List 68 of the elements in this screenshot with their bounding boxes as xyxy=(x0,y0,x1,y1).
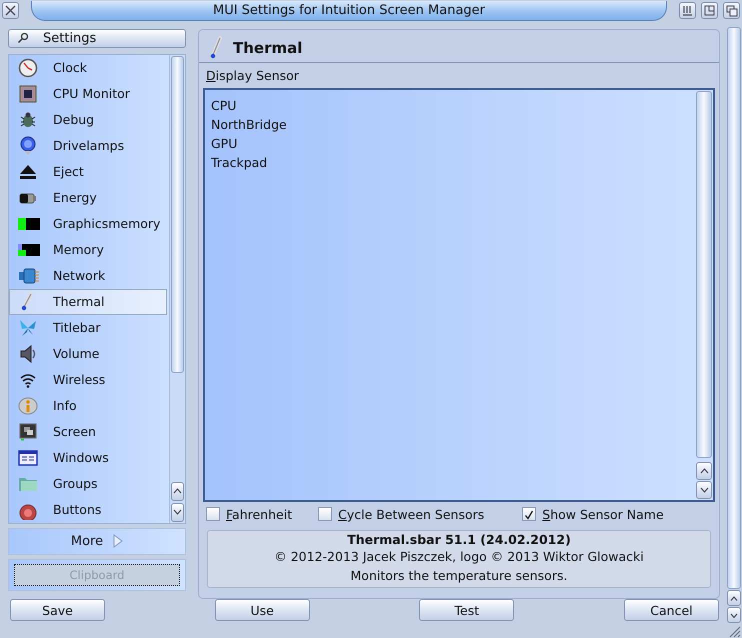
scroll-up-button[interactable] xyxy=(696,462,712,480)
info-icon xyxy=(18,396,40,416)
sidebar-item[interactable]: Thermal xyxy=(9,288,167,315)
settings-button[interactable]: Settings xyxy=(8,29,186,48)
sidebar-item[interactable]: Wireless xyxy=(9,366,167,393)
zoom-button[interactable] xyxy=(701,2,718,19)
sidebar-item[interactable]: Windows xyxy=(9,444,167,471)
scroll-down-button[interactable] xyxy=(171,502,184,522)
thermometer-icon xyxy=(209,36,223,60)
sidebar-item[interactable]: Volume xyxy=(9,340,167,367)
sensor-item[interactable]: Trackpad xyxy=(211,153,689,172)
scrollbar[interactable] xyxy=(695,90,713,500)
sensor-item[interactable]: NorthBridge xyxy=(211,115,689,134)
sidebar-item[interactable]: Titlebar xyxy=(9,314,167,341)
connector-icon xyxy=(18,266,40,286)
option-checkbox[interactable]: Fahrenheit xyxy=(206,506,292,522)
sidebar-item[interactable]: Groups xyxy=(9,470,167,497)
iconify-button[interactable] xyxy=(679,2,696,19)
resize-grip-icon[interactable] xyxy=(727,624,741,638)
list-label: Display Sensor xyxy=(206,68,300,83)
more-button[interactable]: More xyxy=(8,528,186,555)
option-checkbox[interactable]: Show Sensor Name xyxy=(522,506,664,522)
sidebar-item[interactable]: Debug xyxy=(9,106,167,133)
sidebar-item[interactable]: Memory xyxy=(9,236,167,263)
copyright-text: © 2012-2013 Jacek Piszczek, logo © 2013 Wiktor Glowacki xyxy=(274,549,644,564)
sidebar-item[interactable]: Clock xyxy=(9,54,167,81)
window-icon xyxy=(18,448,40,468)
sensor-item[interactable]: GPU xyxy=(211,134,689,153)
sidebar-item[interactable]: Graphicsmemory xyxy=(9,210,167,237)
close-icon xyxy=(5,5,16,16)
zoom-icon xyxy=(704,5,715,16)
clock-icon xyxy=(18,58,40,78)
scrollbar[interactable] xyxy=(169,54,185,523)
scroll-thumb[interactable] xyxy=(171,56,184,373)
scroll-down-button[interactable] xyxy=(727,607,741,623)
version-text: Thermal.sbar 51.1 (24.02.2012) xyxy=(347,532,571,547)
bars-icon xyxy=(682,5,693,16)
close-button[interactable] xyxy=(2,2,19,19)
window-title: MUI Settings for Intuition Screen Manager xyxy=(31,0,667,20)
window-scrollbar[interactable] xyxy=(727,27,741,589)
scroll-up-button[interactable] xyxy=(727,590,741,606)
dialog-button[interactable]: Test xyxy=(419,599,514,621)
dialog-button[interactable]: Cancel xyxy=(624,599,719,621)
scroll-up-button[interactable] xyxy=(171,482,184,501)
checkbox[interactable] xyxy=(206,507,220,521)
panel-title: Thermal xyxy=(233,39,302,57)
depth-button[interactable] xyxy=(723,2,740,19)
dialog-button[interactable]: Save xyxy=(10,599,105,621)
scroll-down-button[interactable] xyxy=(696,481,712,499)
depth-icon xyxy=(726,4,738,16)
checkbox[interactable] xyxy=(318,507,332,521)
sidebar-item[interactable]: Buttons xyxy=(9,496,167,523)
dialog-button[interactable]: Use xyxy=(214,599,310,621)
sidebar-item[interactable]: Network xyxy=(9,262,167,289)
sensor-item[interactable]: CPU xyxy=(211,96,689,115)
option-checkbox[interactable]: Cycle Between Sensors xyxy=(318,506,484,522)
sidebar-item[interactable]: Screen xyxy=(9,418,167,445)
scroll-thumb[interactable] xyxy=(696,91,712,458)
sidebar-item[interactable]: Eject xyxy=(9,158,167,185)
check-icon xyxy=(524,510,534,520)
play-icon xyxy=(113,534,124,548)
sidebar-item[interactable]: Info xyxy=(9,392,167,419)
search-icon xyxy=(17,32,29,44)
description-text: Monitors the temperature sensors. xyxy=(350,568,568,583)
sidebar-item[interactable]: Drivelamps xyxy=(9,132,167,159)
checkbox[interactable] xyxy=(522,507,536,521)
sidebar-item[interactable]: CPU Monitor xyxy=(9,80,167,107)
sidebar-item[interactable]: Energy xyxy=(9,184,167,211)
